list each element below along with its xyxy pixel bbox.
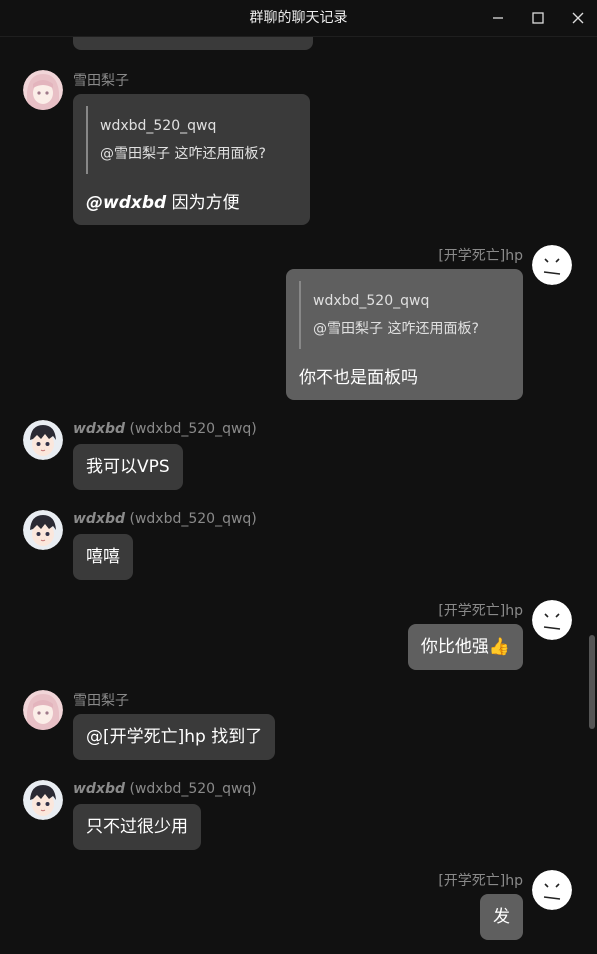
sender-nickname: wdxbd <box>73 781 126 797</box>
sender-name: 雪田梨子 <box>73 693 129 709</box>
sender-id: (wdxbd_520_qwq) <box>129 421 257 437</box>
anime-boy-avatar[interactable] <box>23 420 63 460</box>
quoted-message[interactable]: wdxbd_520_qwq @雪田梨子 这咋还用面板? <box>299 281 510 349</box>
close-icon <box>572 12 584 24</box>
title-bar: 群聊的聊天记录 <box>0 0 597 37</box>
quote-text: @雪田梨子 这咋还用面板? <box>100 146 266 162</box>
message-bubble[interactable]: @[开学死亡]hp 找到了 <box>73 714 276 760</box>
close-button[interactable] <box>558 0 597 36</box>
mention[interactable]: @wdxbd <box>86 193 166 213</box>
sender-name: wdxbd (wdxbd_520_qwq) <box>73 781 257 797</box>
anime-boy-avatar[interactable] <box>23 510 63 550</box>
anime-girl-avatar[interactable] <box>23 70 63 110</box>
sender-nickname: wdxbd <box>73 421 126 437</box>
quote-text: @雪田梨子 这咋还用面板? <box>313 321 479 337</box>
sender-name: [开学死亡]hp <box>438 873 523 889</box>
message-bubble[interactable]: 我可以VPS <box>73 444 183 490</box>
message-text: 你比他强 <box>420 637 489 657</box>
maximize-button[interactable] <box>518 0 558 36</box>
previous-message-bubble <box>73 37 313 50</box>
quote-author: wdxbd_520_qwq <box>313 293 430 309</box>
minimize-icon <box>493 17 503 19</box>
neutral-face-avatar[interactable] <box>532 870 572 910</box>
message-text: @wdxbd 因为方便 <box>86 188 297 213</box>
message-bubble[interactable]: 发 <box>480 894 523 940</box>
sender-id: (wdxbd_520_qwq) <box>129 781 257 797</box>
anime-girl-avatar[interactable] <box>23 690 63 730</box>
scrollbar-thumb[interactable] <box>589 635 595 729</box>
sender-name: [开学死亡]hp <box>438 248 523 264</box>
sender-name: wdxbd (wdxbd_520_qwq) <box>73 511 257 527</box>
sender-name: 雪田梨子 <box>73 73 129 89</box>
quote-author: wdxbd_520_qwq <box>100 118 217 134</box>
message-bubble[interactable]: 你比他强👍 <box>407 624 523 670</box>
message-bubble[interactable]: 嘻嘻 <box>73 534 133 580</box>
anime-boy-avatar[interactable] <box>23 780 63 820</box>
thumbs-up-icon: 👍 <box>488 637 510 657</box>
quoted-message[interactable]: wdxbd_520_qwq @雪田梨子 这咋还用面板? <box>86 106 297 174</box>
message-bubble[interactable]: 只不过很少用 <box>73 804 201 850</box>
minimize-button[interactable] <box>478 0 518 36</box>
quote-reply-bubble[interactable]: wdxbd_520_qwq @雪田梨子 这咋还用面板? @wdxbd 因为方便 <box>73 94 310 225</box>
message-text-body: 因为方便 <box>166 193 240 213</box>
neutral-face-avatar[interactable] <box>532 600 572 640</box>
sender-name: [开学死亡]hp <box>438 603 523 619</box>
quote-reply-bubble[interactable]: wdxbd_520_qwq @雪田梨子 这咋还用面板? 你不也是面板吗 <box>286 269 523 400</box>
sender-id: (wdxbd_520_qwq) <box>129 511 257 527</box>
message-text: 你不也是面板吗 <box>299 368 418 388</box>
sender-name: wdxbd (wdxbd_520_qwq) <box>73 421 257 437</box>
maximize-icon <box>532 12 544 24</box>
neutral-face-avatar[interactable] <box>532 245 572 285</box>
chat-history[interactable]: 雪田梨子 wdxbd_520_qwq @雪田梨子 这咋还用面板? @wdxbd … <box>0 37 597 954</box>
sender-nickname: wdxbd <box>73 511 126 527</box>
